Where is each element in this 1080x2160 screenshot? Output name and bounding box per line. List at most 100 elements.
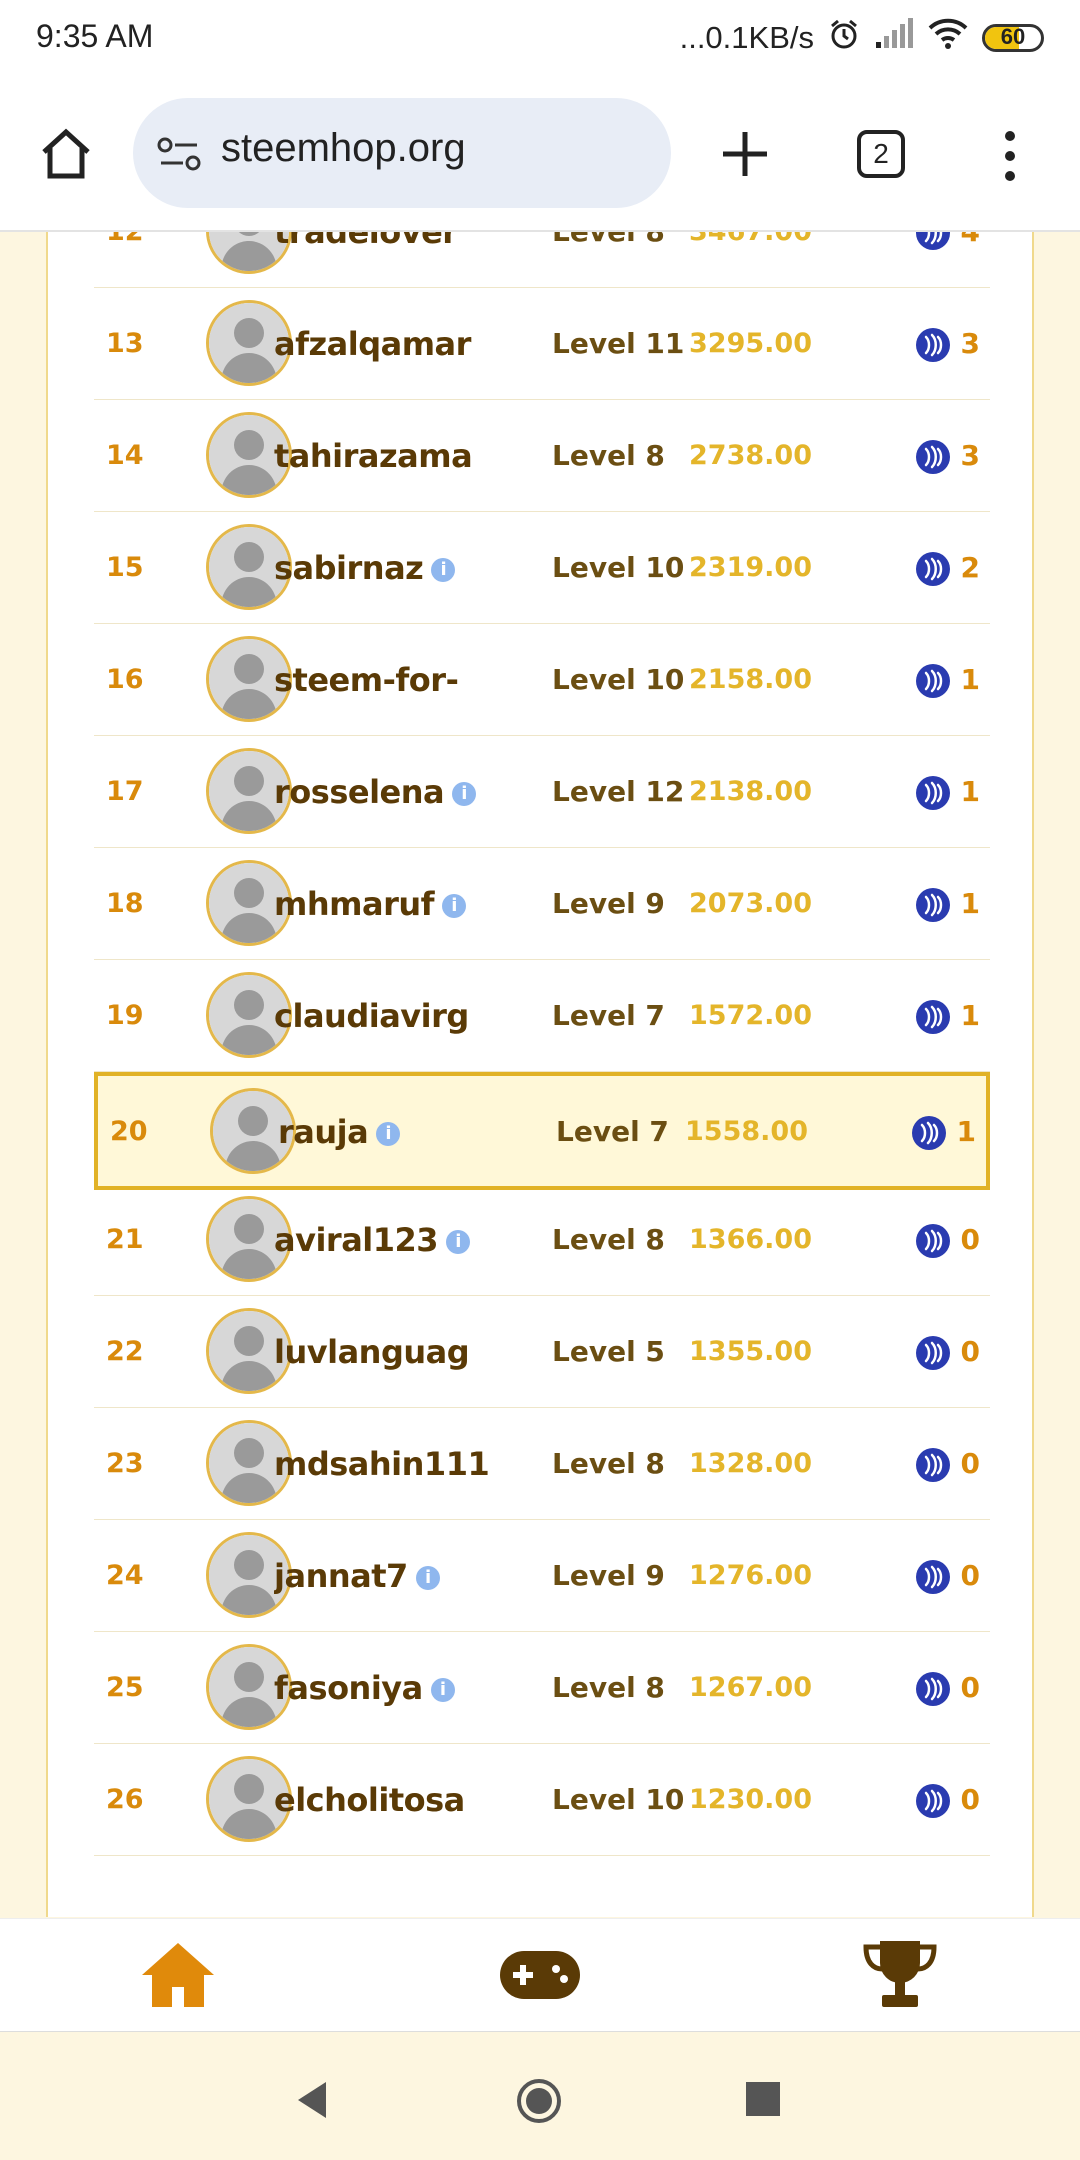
username-link[interactable]: fasoniya i xyxy=(274,1632,544,1744)
status-icons: ...0.1KB/s 60 xyxy=(680,16,1044,60)
user-level: Level 7 xyxy=(556,1115,669,1148)
leaderboard-row[interactable]: 22 luvlanguag Level 5 1355.00 0 xyxy=(94,1296,990,1408)
steem-logo-icon xyxy=(916,1784,950,1818)
app-bottom-nav xyxy=(0,1918,1080,2033)
leaderboard-row[interactable]: 15 sabirnaz i Level 10 2319.00 2 xyxy=(94,512,990,624)
steem-logo-icon xyxy=(912,1116,946,1150)
signal-icon xyxy=(874,18,914,58)
username-link[interactable]: mhmaruf i xyxy=(274,848,544,960)
info-icon[interactable]: i xyxy=(415,1566,440,1590)
username-link[interactable]: claudiavirg xyxy=(274,960,544,1072)
user-level: Level 9 xyxy=(552,1559,665,1592)
username-link[interactable]: rosselena i xyxy=(274,736,544,848)
info-icon[interactable]: i xyxy=(376,1122,401,1146)
rank-number: 17 xyxy=(106,776,144,807)
back-button[interactable] xyxy=(296,2080,328,2120)
steem-reward-count: 3 xyxy=(960,439,980,472)
leaderboard-row[interactable]: 19 claudiavirg Level 7 1572.00 1 xyxy=(94,960,990,1072)
leaderboard-row[interactable]: 14 tahirazama Level 8 2738.00 3 xyxy=(94,400,990,512)
username-link[interactable]: rauja i xyxy=(278,1076,548,1188)
user-level: Level 8 xyxy=(552,1447,665,1480)
recent-apps-button[interactable] xyxy=(746,2082,780,2116)
tab-switcher-button[interactable]: 2 xyxy=(857,130,905,178)
username-link[interactable]: elcholitosa xyxy=(274,1744,544,1856)
user-points: 3295.00 xyxy=(689,328,812,359)
username-text: mhmaruf xyxy=(274,885,435,923)
wifi-icon xyxy=(928,18,968,58)
steem-logo-icon xyxy=(916,552,950,586)
new-tab-button[interactable] xyxy=(720,124,770,184)
username-link[interactable]: tahirazama xyxy=(274,400,544,512)
username-link[interactable]: tradelover xyxy=(274,232,544,288)
username-link[interactable]: jannat7 i xyxy=(274,1520,544,1632)
info-icon[interactable]: i xyxy=(431,558,456,582)
rank-number: 12 xyxy=(106,232,144,288)
leaderboard-row[interactable]: 12 tradelover Level 8 3467.00 4 xyxy=(94,232,990,288)
url-text: steemhop.org xyxy=(221,126,466,170)
steem-logo-icon xyxy=(916,776,950,810)
leaderboard-row[interactable]: 23 mdsahin111 Level 8 1328.00 0 xyxy=(94,1408,990,1520)
user-points: 1276.00 xyxy=(689,1560,812,1591)
info-icon[interactable]: i xyxy=(452,782,477,806)
url-bar[interactable]: steemhop.org xyxy=(133,98,671,208)
leaderboard-row[interactable]: 20 rauja i Level 7 1558.00 1 xyxy=(94,1072,990,1190)
alarm-icon xyxy=(828,18,860,58)
username-text: rauja xyxy=(278,1113,369,1151)
username-text: elcholitosa xyxy=(274,1781,465,1819)
user-level: Level 12 xyxy=(552,775,685,808)
steem-reward-count: 1 xyxy=(960,887,980,920)
browser-menu-button[interactable] xyxy=(998,126,1022,186)
steem-reward-count: 0 xyxy=(960,1447,980,1480)
home-icon xyxy=(142,1943,214,2007)
leaderboard-row[interactable]: 21 aviral123 i Level 8 1366.00 0 xyxy=(94,1184,990,1296)
leaderboard-row[interactable]: 24 jannat7 i Level 9 1276.00 0 xyxy=(94,1520,990,1632)
user-level: Level 7 xyxy=(552,999,665,1032)
user-points: 2158.00 xyxy=(689,664,812,695)
leaderboard-row[interactable]: 17 rosselena i Level 12 2138.00 1 xyxy=(94,736,990,848)
username-text: sabirnaz xyxy=(274,549,424,587)
steem-logo-icon xyxy=(916,1000,950,1034)
leaderboard-row[interactable]: 16 steem-for- Level 10 2158.00 1 xyxy=(94,624,990,736)
home-outline-icon xyxy=(42,128,90,179)
username-link[interactable]: mdsahin111 xyxy=(274,1408,544,1520)
user-level: Level 8 xyxy=(552,232,665,288)
user-points: 3467.00 xyxy=(689,232,812,288)
leaderboard-row[interactable]: 25 fasoniya i Level 8 1267.00 0 xyxy=(94,1632,990,1744)
info-icon[interactable]: i xyxy=(430,1678,455,1702)
username-link[interactable]: steem-for- xyxy=(274,624,544,736)
rank-number: 25 xyxy=(106,1672,144,1703)
user-level: Level 5 xyxy=(552,1335,665,1368)
nav-leaderboard-button[interactable] xyxy=(862,1937,938,2013)
browser-home-button[interactable] xyxy=(36,124,96,184)
username-link[interactable]: luvlanguag xyxy=(274,1296,544,1408)
user-level: Level 10 xyxy=(552,551,685,584)
info-icon[interactable]: i xyxy=(446,1230,471,1254)
leaderboard-row[interactable]: 18 mhmaruf i Level 9 2073.00 1 xyxy=(94,848,990,960)
site-settings-icon[interactable] xyxy=(157,136,201,172)
username-text: rosselena xyxy=(274,773,445,811)
net-speed: ...0.1KB/s xyxy=(679,20,814,55)
username-text: claudiavirg xyxy=(274,997,469,1035)
nav-home-button[interactable] xyxy=(140,1939,216,2011)
steem-reward-count: 0 xyxy=(960,1559,980,1592)
steem-reward-count: 0 xyxy=(960,1783,980,1816)
user-level: Level 10 xyxy=(552,1783,685,1816)
steem-logo-icon xyxy=(916,440,950,474)
steem-reward-count: 0 xyxy=(960,1223,980,1256)
leaderboard-row[interactable]: 13 afzalqamar Level 11 3295.00 3 xyxy=(94,288,990,400)
rank-number: 19 xyxy=(106,1000,144,1031)
leaderboard-row[interactable]: 26 elcholitosa Level 10 1230.00 0 xyxy=(94,1744,990,1856)
nav-games-button[interactable] xyxy=(498,1947,582,2003)
info-icon[interactable]: i xyxy=(442,894,467,918)
steem-reward-count: 0 xyxy=(960,1335,980,1368)
user-level: Level 10 xyxy=(552,663,685,696)
username-link[interactable]: aviral123 i xyxy=(274,1184,544,1296)
user-level: Level 8 xyxy=(552,439,665,472)
rank-number: 15 xyxy=(106,552,144,583)
username-link[interactable]: afzalqamar xyxy=(274,288,544,400)
plus-icon xyxy=(723,132,767,176)
user-points: 2138.00 xyxy=(689,776,812,807)
user-points: 1355.00 xyxy=(689,1336,812,1367)
username-link[interactable]: sabirnaz i xyxy=(274,512,544,624)
system-home-button[interactable] xyxy=(516,2078,562,2124)
